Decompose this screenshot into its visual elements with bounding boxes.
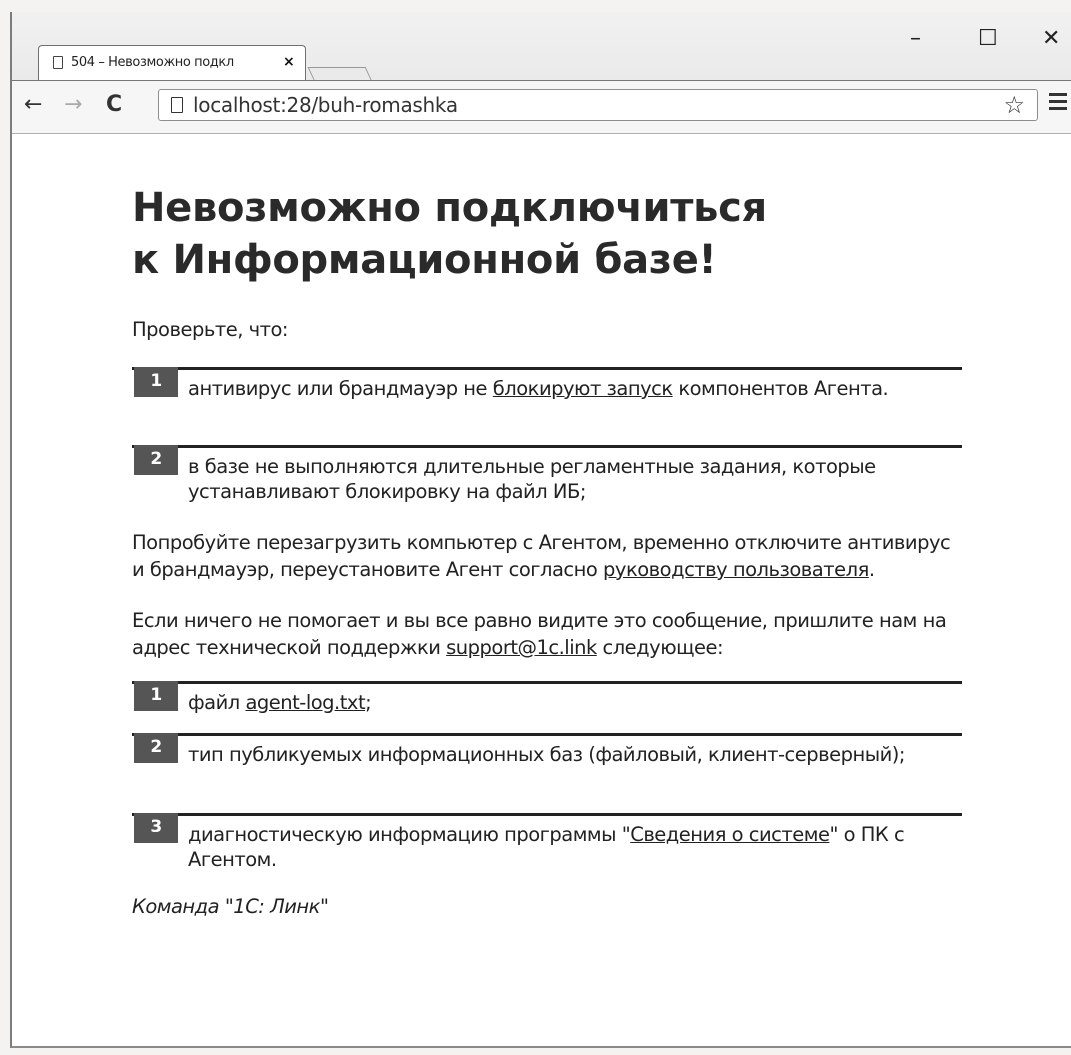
item-number: 1	[134, 367, 178, 397]
browser-window: 504 – Невозможно подкл × – ☐ ✕ ← → C loc…	[10, 12, 1071, 1048]
item-text: диагностическую информацию программы "	[188, 823, 631, 846]
user-guide-link[interactable]: руководству пользователя	[603, 558, 869, 581]
block-launch-link[interactable]: блокируют запуск	[493, 377, 673, 400]
tab-title: 504 – Невозможно подкл	[71, 55, 234, 70]
item-number: 2	[134, 445, 178, 475]
item-text: в базе не выполняются длительные регламе…	[188, 455, 876, 503]
maximize-button[interactable]: ☐	[978, 26, 998, 51]
support-email-link[interactable]: support@1c.link	[446, 636, 597, 659]
system-info-link[interactable]: Сведения о системе	[630, 823, 830, 846]
agent-log-link[interactable]: agent-log.txt	[245, 691, 365, 714]
close-button[interactable]: ✕	[1042, 26, 1060, 51]
url-text[interactable]: localhost:28/buh-romashka	[193, 93, 458, 117]
item-number: 3	[134, 813, 178, 843]
item-text: компонентов Агента.	[672, 377, 889, 400]
menu-icon[interactable]	[1049, 93, 1067, 114]
support-paragraph: Если ничего не помогает и вы все равно в…	[132, 607, 962, 661]
page-title-line2: к Информационной базе!	[132, 237, 717, 283]
minimize-button[interactable]: –	[910, 26, 921, 51]
back-icon[interactable]: ←	[24, 92, 42, 117]
check-item: 2 в базе не выполняются длительные регла…	[132, 445, 962, 503]
bookmark-star-icon[interactable]: ☆	[1003, 91, 1025, 119]
check-list: 1 антивирус или брандмауэр не блокируют …	[132, 367, 962, 503]
tab-close-icon[interactable]: ×	[283, 54, 295, 70]
item-number: 2	[134, 733, 178, 763]
restart-paragraph: Попробуйте перезагрузить компьютер с Аге…	[132, 529, 962, 583]
reload-icon[interactable]: C	[106, 92, 122, 117]
restart-end: .	[868, 558, 875, 581]
send-item: 2 тип публикуемых информационных баз (фа…	[132, 733, 962, 809]
send-item: 3 диагностическую информацию программы "…	[132, 813, 962, 883]
page-icon	[171, 97, 183, 113]
item-text: ;	[365, 691, 372, 714]
item-text: антивирус или брандмауэр не	[188, 377, 493, 400]
item-text: файл	[188, 691, 246, 714]
send-list: 1 файл agent-log.txt; 2 тип публикуемых …	[132, 681, 962, 883]
forward-icon[interactable]: →	[64, 92, 82, 117]
signature: Команда "1С: Линк"	[132, 895, 329, 918]
check-item: 1 антивирус или брандмауэр не блокируют …	[132, 367, 962, 425]
page-title: Невозможно подключиться к Информационной…	[132, 182, 962, 286]
browser-tab[interactable]: 504 – Невозможно подкл ×	[38, 45, 306, 81]
send-item: 1 файл agent-log.txt;	[132, 681, 962, 723]
support-end: следующее:	[596, 636, 724, 659]
toolbar: ← → C localhost:28/buh-romashka ☆	[12, 80, 1071, 134]
item-text: тип публикуемых информационных баз (файл…	[188, 743, 905, 766]
page-icon	[53, 56, 63, 69]
page-content: Невозможно подключиться к Информационной…	[132, 182, 962, 920]
page-title-line1: Невозможно подключиться	[132, 185, 767, 231]
check-intro: Проверьте, что:	[132, 318, 288, 341]
title-bar: 504 – Невозможно подкл × – ☐ ✕	[12, 12, 1071, 90]
address-bar[interactable]: localhost:28/buh-romashka ☆	[158, 89, 1038, 121]
item-number: 1	[134, 681, 178, 711]
